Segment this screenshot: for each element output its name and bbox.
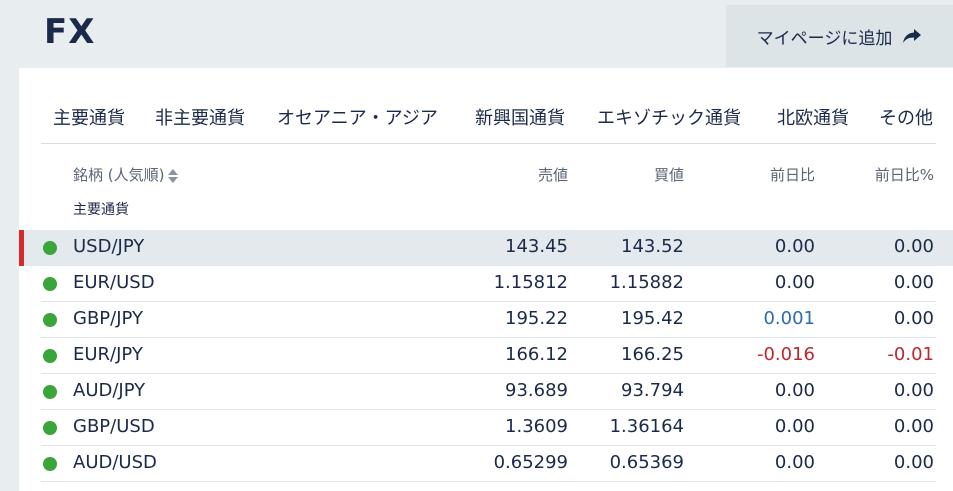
sort-icon[interactable] (168, 168, 179, 183)
change-value: 0.00 (774, 236, 815, 257)
buy-price: 0.65369 (609, 452, 684, 473)
pair-name: AUD/JPY (73, 380, 146, 401)
category-tabs: 主要通貨 非主要通貨 オセアニア・アジア 新興国通貨 エキゾチック通貨 北欧通貨… (19, 104, 953, 142)
status-dot-icon (43, 457, 57, 471)
change-value: -0.016 (756, 344, 815, 365)
buy-price: 195.42 (621, 308, 684, 329)
page-title: FX (44, 12, 96, 52)
column-header-change: 前日比 (769, 166, 815, 184)
fx-table-body: USD/JPY 143.45 143.52 0.00 0.00 EUR/USD … (19, 230, 953, 482)
status-dot-icon (43, 385, 57, 399)
add-to-mypage-label: マイページに追加 (756, 28, 893, 48)
share-arrow-icon (902, 28, 922, 44)
sell-price: 166.12 (505, 344, 568, 365)
table-row[interactable]: AUD/JPY 93.689 93.794 0.00 0.00 (19, 374, 953, 410)
sell-price: 143.45 (505, 236, 568, 257)
pair-name: USD/JPY (73, 236, 145, 257)
change-value: 0.00 (774, 272, 815, 293)
change-pct-value: 0.00 (893, 272, 934, 293)
change-pct-value: 0.00 (893, 380, 934, 401)
status-dot-icon (43, 349, 57, 363)
change-value: 0.00 (774, 452, 815, 473)
change-pct-value: 0.00 (893, 452, 934, 473)
fx-card: 主要通貨 非主要通貨 オセアニア・アジア 新興国通貨 エキゾチック通貨 北欧通貨… (19, 68, 953, 491)
tab-major[interactable]: 主要通貨 (53, 104, 125, 130)
change-value: 0.00 (774, 380, 815, 401)
change-pct-value: -0.01 (887, 344, 934, 365)
column-header-name[interactable]: 銘柄 (人気順) (73, 164, 179, 185)
sell-price: 1.3609 (505, 416, 568, 437)
buy-price: 1.15882 (609, 272, 684, 293)
change-pct-value: 0.00 (893, 308, 934, 329)
buy-price: 1.36164 (609, 416, 684, 437)
sell-price: 93.689 (505, 380, 568, 401)
change-value: 0.001 (763, 308, 815, 329)
status-dot-icon (43, 421, 57, 435)
tab-exotic[interactable]: エキゾチック通貨 (597, 104, 741, 130)
pair-name: GBP/USD (73, 416, 155, 437)
column-header-name-label: 銘柄 (人気順) (73, 166, 165, 184)
buy-price: 143.52 (621, 236, 684, 257)
sell-price: 1.15812 (493, 272, 568, 293)
table-row[interactable]: GBP/JPY 195.22 195.42 0.001 0.00 (19, 302, 953, 338)
tabs-divider (41, 143, 936, 144)
column-header-change-pct: 前日比% (874, 166, 934, 184)
sell-price: 195.22 (505, 308, 568, 329)
tab-nordic[interactable]: 北欧通貨 (777, 104, 849, 130)
status-dot-icon (43, 277, 57, 291)
tab-other[interactable]: その他 (879, 104, 933, 130)
sell-price: 0.65299 (493, 452, 568, 473)
tab-emerging[interactable]: 新興国通貨 (475, 104, 565, 130)
table-row[interactable]: GBP/USD 1.3609 1.36164 0.00 0.00 (19, 410, 953, 446)
table-row[interactable]: AUD/USD 0.65299 0.65369 0.00 0.00 (19, 446, 953, 482)
table-row[interactable]: EUR/JPY 166.12 166.25 -0.016 -0.01 (19, 338, 953, 374)
table-header: 銘柄 (人気順) 売値 買値 前日比 前日比% (19, 164, 953, 194)
status-dot-icon (43, 241, 57, 255)
column-header-sell: 売値 (537, 166, 568, 184)
column-header-buy: 買値 (653, 166, 684, 184)
pair-name: EUR/USD (73, 272, 155, 293)
change-pct-value: 0.00 (893, 236, 934, 257)
tab-minor[interactable]: 非主要通貨 (155, 104, 245, 130)
table-row[interactable]: USD/JPY 143.45 143.52 0.00 0.00 (19, 230, 953, 266)
table-row[interactable]: EUR/USD 1.15812 1.15882 0.00 0.00 (19, 266, 953, 302)
pair-name: EUR/JPY (73, 344, 143, 365)
pair-name: GBP/JPY (73, 308, 143, 329)
add-to-mypage-button[interactable]: マイページに追加 (726, 5, 953, 67)
buy-price: 93.794 (621, 380, 684, 401)
change-value: 0.00 (774, 416, 815, 437)
group-label: 主要通貨 (73, 202, 129, 218)
change-pct-value: 0.00 (893, 416, 934, 437)
tab-oceania-asia[interactable]: オセアニア・アジア (277, 104, 438, 130)
buy-price: 166.25 (621, 344, 684, 365)
status-dot-icon (43, 313, 57, 327)
pair-name: AUD/USD (73, 452, 157, 473)
